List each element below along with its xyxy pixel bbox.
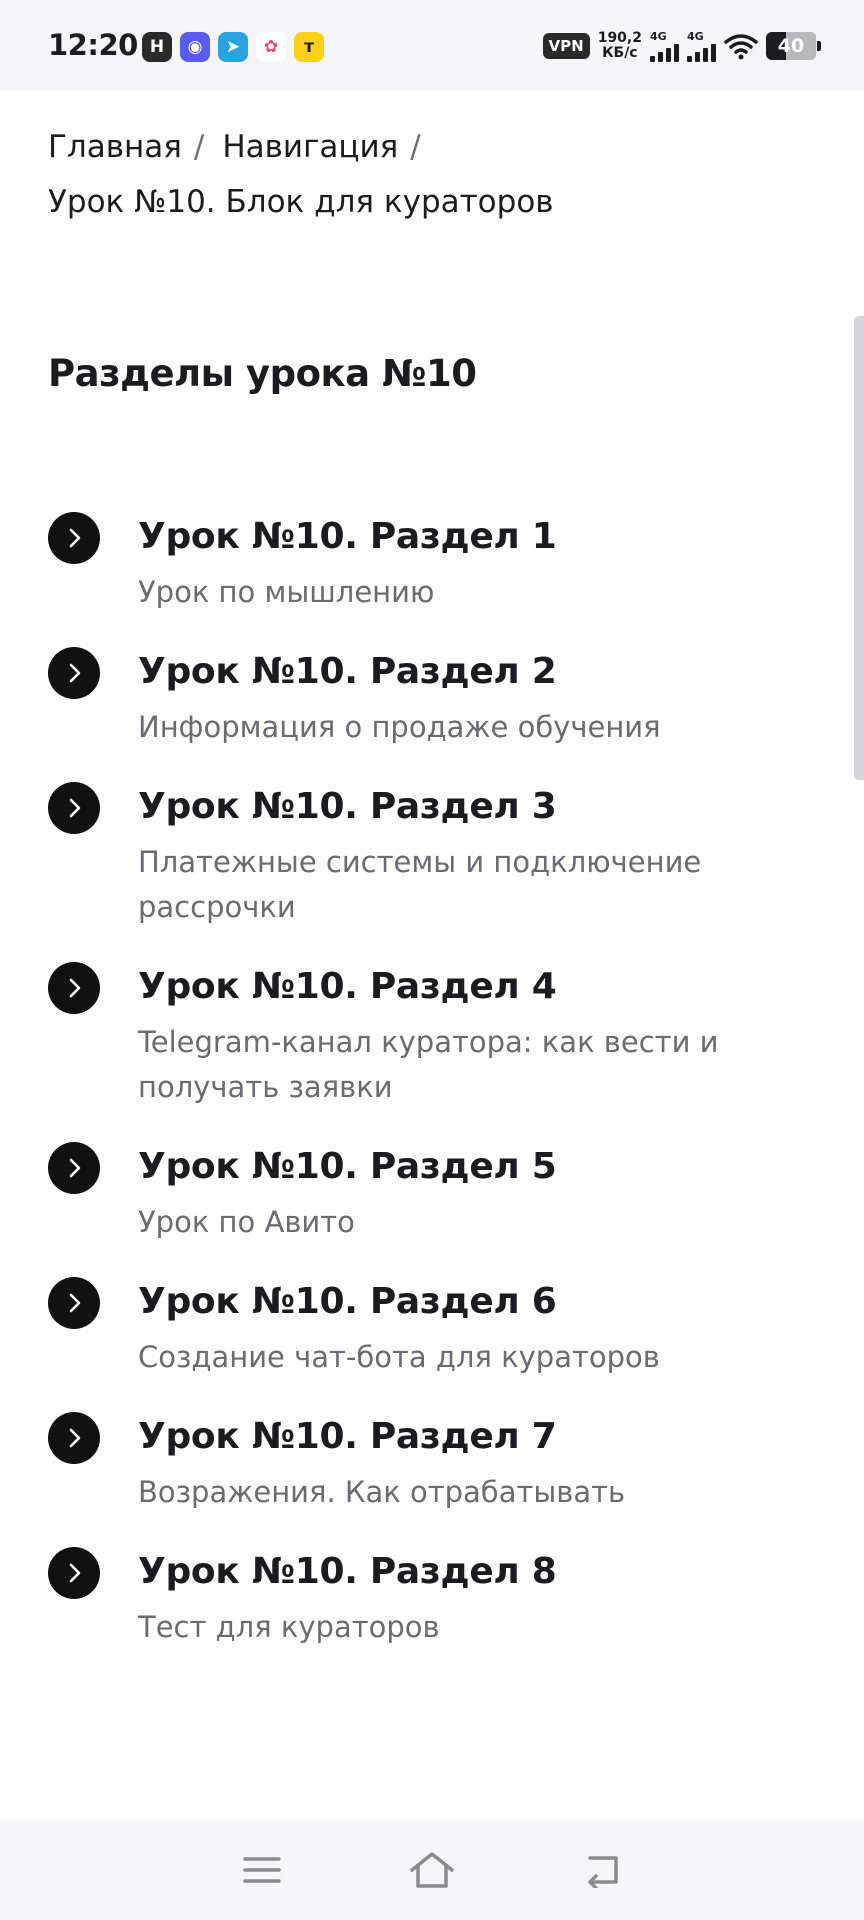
list-item-subtitle: Создание чат-бота для кураторов — [138, 1340, 660, 1374]
dots-app-icon: ✿ — [256, 32, 286, 62]
battery-level: 40 — [777, 35, 805, 57]
breadcrumb: Главная / Навигация / Урок №10. Блок для ку… — [48, 120, 808, 230]
chevron-right-icon[interactable] — [48, 962, 100, 1014]
list-item-title[interactable]: Урок №10. Раздел 7 — [138, 1408, 808, 1466]
list-item[interactable]: Урок №10. Раздел 7 Возражения. Как отраб… — [48, 1408, 808, 1515]
list-item[interactable]: Урок №10. Раздел 2 Информация о продаже … — [48, 643, 808, 750]
battery-icon: 40 — [766, 32, 821, 60]
breadcrumb-separator: / — [410, 129, 421, 165]
list-item-subtitle: Урок по мышлению — [138, 575, 435, 609]
list-item-title[interactable]: Урок №10. Раздел 6 — [138, 1273, 808, 1331]
notification-icons: H ◉ ➤ ✿ т — [142, 32, 324, 62]
list-item[interactable]: Урок №10. Раздел 4 Telegram-канал курато… — [48, 958, 808, 1110]
list-item[interactable]: Урок №10. Раздел 3 Платежные системы и п… — [48, 778, 808, 930]
signal-icon-1: 4G — [650, 31, 679, 62]
list-item-subtitle: Платежные системы и подключение рассрочк… — [138, 845, 702, 924]
list-item[interactable]: Урок №10. Раздел 5 Урок по Авито — [48, 1138, 808, 1245]
list-item[interactable]: Урок №10. Раздел 8 Тест для кураторов — [48, 1543, 808, 1650]
chevron-right-icon[interactable] — [48, 512, 100, 564]
wifi-icon — [724, 34, 758, 60]
list-item-title[interactable]: Урок №10. Раздел 2 — [138, 643, 808, 701]
list-item-subtitle: Тест для кураторов — [138, 1610, 440, 1644]
network-speed: 190,2 КБ/с — [598, 31, 642, 61]
yellow-app-icon: т — [294, 32, 324, 62]
network-type-1: 4G — [650, 29, 667, 43]
home-icon[interactable] — [402, 1840, 462, 1900]
list-item-title[interactable]: Урок №10. Раздел 5 — [138, 1138, 808, 1196]
list-item-subtitle: Информация о продаже обучения — [138, 710, 661, 744]
signal-icon-2: 4G — [687, 31, 716, 62]
breadcrumb-nav-link[interactable]: Навигация — [222, 129, 398, 165]
list-item-subtitle: Возражения. Как отрабатывать — [138, 1475, 626, 1509]
chevron-right-icon[interactable] — [48, 782, 100, 834]
list-item-title[interactable]: Урок №10. Раздел 1 — [138, 508, 808, 566]
list-item[interactable]: Урок №10. Раздел 6 Создание чат-бота для… — [48, 1273, 808, 1380]
list-item-title[interactable]: Урок №10. Раздел 4 — [138, 958, 808, 1016]
list-item-subtitle: Telegram-канал куратора: как вести и пол… — [138, 1025, 719, 1104]
list-item-title[interactable]: Урок №10. Раздел 3 — [138, 778, 808, 836]
chevron-right-icon[interactable] — [48, 647, 100, 699]
chevron-right-icon[interactable] — [48, 1142, 100, 1194]
back-icon[interactable] — [572, 1840, 632, 1900]
breadcrumb-home-link[interactable]: Главная — [48, 129, 182, 165]
speed-value: 190,2 — [597, 30, 642, 46]
system-nav-bar — [0, 1820, 864, 1920]
h-app-icon: H — [142, 32, 172, 62]
list-item[interactable]: Урок №10. Раздел 1 Урок по мышлению — [48, 508, 808, 615]
telegram-icon: ➤ — [218, 32, 248, 62]
chevron-right-icon[interactable] — [48, 1277, 100, 1329]
list-item-subtitle: Урок по Авито — [138, 1205, 355, 1239]
lesson-sections-list: Урок №10. Раздел 1 Урок по мышлению Урок… — [48, 508, 808, 1678]
status-time: 12:20 — [48, 28, 138, 62]
menu-icon[interactable] — [232, 1840, 292, 1900]
breadcrumb-current: Урок №10. Блок для кураторов — [48, 184, 554, 220]
network-type-2: 4G — [687, 29, 704, 43]
vpn-badge: VPN — [542, 33, 590, 59]
list-item-title[interactable]: Урок №10. Раздел 8 — [138, 1543, 808, 1601]
chevron-right-icon[interactable] — [48, 1412, 100, 1464]
page-title: Разделы урока №10 — [48, 352, 477, 395]
scrollbar[interactable] — [854, 316, 864, 780]
chevron-right-icon[interactable] — [48, 1547, 100, 1599]
status-bar: 12:20 H ◉ ➤ ✿ т VPN 190,2 КБ/с 4G 4G 40 — [0, 0, 864, 90]
speed-unit: КБ/с — [602, 45, 638, 61]
messenger-icon: ◉ — [180, 32, 210, 62]
breadcrumb-separator: / — [193, 129, 205, 165]
